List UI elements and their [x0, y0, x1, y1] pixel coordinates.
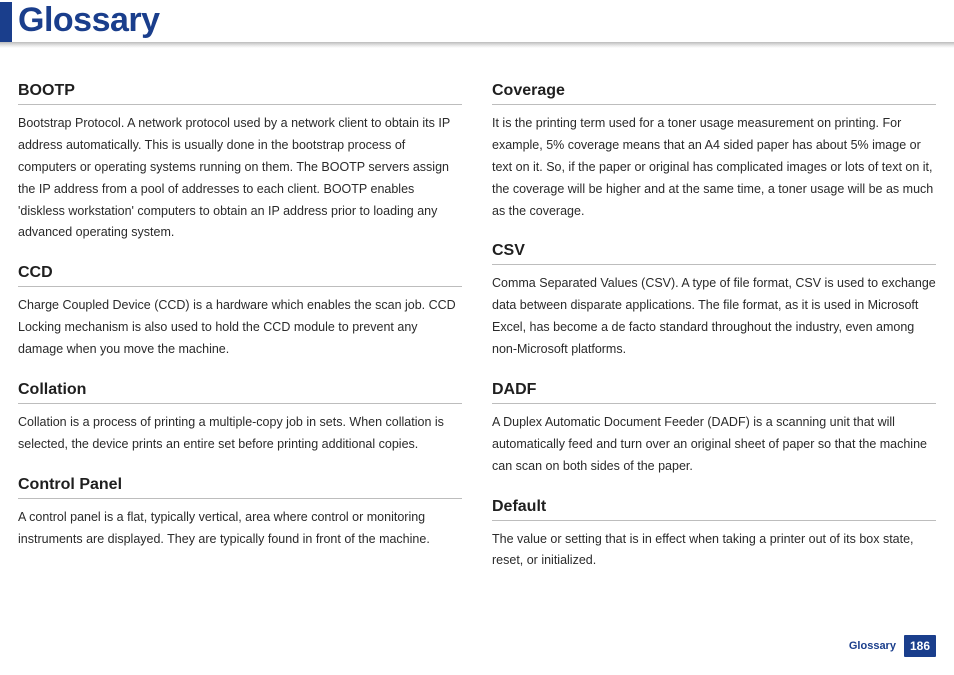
footer: Glossary 186 [849, 635, 936, 657]
glossary-entry: Control Panel A control panel is a flat,… [18, 476, 462, 551]
term-heading: BOOTP [18, 82, 462, 105]
glossary-entry: CCD Charge Coupled Device (CCD) is a har… [18, 264, 462, 361]
term-definition: A control panel is a flat, typically ver… [18, 507, 462, 551]
left-column: BOOTP Bootstrap Protocol. A network prot… [18, 82, 462, 592]
title-accent [0, 2, 12, 42]
term-definition: It is the printing term used for a toner… [492, 113, 936, 222]
term-heading: Default [492, 498, 936, 521]
glossary-entry: BOOTP Bootstrap Protocol. A network prot… [18, 82, 462, 244]
title-bar: Glossary [0, 0, 954, 48]
term-heading: Coverage [492, 82, 936, 105]
glossary-entry: CSV Comma Separated Values (CSV). A type… [492, 242, 936, 361]
page-number: 186 [904, 635, 936, 657]
page-title: Glossary [18, 0, 160, 40]
glossary-entry: Coverage It is the printing term used fo… [492, 82, 936, 222]
title-underline [0, 42, 954, 48]
glossary-entry: Collation Collation is a process of prin… [18, 381, 462, 456]
term-definition: The value or setting that is in effect w… [492, 529, 936, 573]
right-column: Coverage It is the printing term used fo… [492, 82, 936, 592]
term-definition: A Duplex Automatic Document Feeder (DADF… [492, 412, 936, 478]
term-definition: Bootstrap Protocol. A network protocol u… [18, 113, 462, 244]
term-heading: CSV [492, 242, 936, 265]
content-area: BOOTP Bootstrap Protocol. A network prot… [0, 48, 954, 592]
term-heading: CCD [18, 264, 462, 287]
glossary-entry: DADF A Duplex Automatic Document Feeder … [492, 381, 936, 478]
term-definition: Comma Separated Values (CSV). A type of … [492, 273, 936, 361]
glossary-entry: Default The value or setting that is in … [492, 498, 936, 573]
term-definition: Charge Coupled Device (CCD) is a hardwar… [18, 295, 462, 361]
term-definition: Collation is a process of printing a mul… [18, 412, 462, 456]
term-heading: Collation [18, 381, 462, 404]
term-heading: DADF [492, 381, 936, 404]
term-heading: Control Panel [18, 476, 462, 499]
footer-label: Glossary [849, 640, 896, 652]
